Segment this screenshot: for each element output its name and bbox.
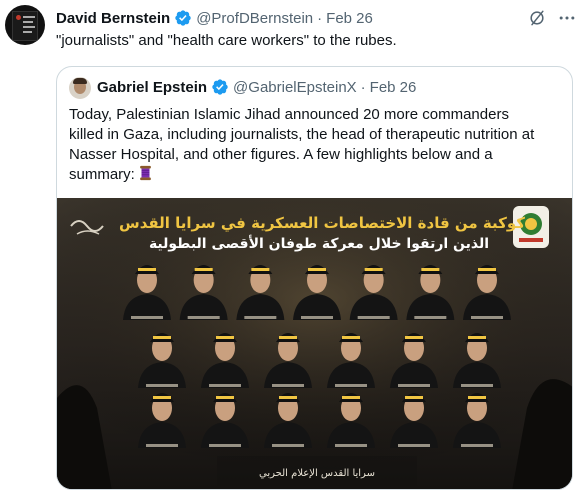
quoted-tweet-header: Gabriel Epstein @GabrielEpsteinX · Feb 2…	[97, 78, 416, 96]
book-cover-image	[12, 11, 38, 41]
verified-badge-icon	[212, 79, 228, 95]
quoted-text-line-last: summary:	[69, 165, 564, 185]
slashed-circle-icon[interactable]	[527, 8, 547, 28]
quoted-text-line: summary:	[69, 166, 135, 183]
quoted-tweet[interactable]: Gabriel Epstein @GabrielEpsteinX · Feb 2…	[56, 66, 573, 490]
quoted-tweet-text: Today, Palestinian Islamic Jihad announc…	[69, 105, 564, 185]
tweet-text: "journalists" and "health care workers" …	[56, 32, 397, 49]
poster-title-line-1: كوكبة من قادة الاختصاصات العسكرية في سرا…	[119, 214, 525, 232]
separator: ·	[317, 9, 323, 27]
author-avatar[interactable]	[5, 5, 45, 45]
media-image[interactable]: كوكبة من قادة الاختصاصات العسكرية في سرا…	[57, 198, 572, 489]
announcement-poster: كوكبة من قادة الاختصاصات العسكرية في سرا…	[57, 198, 572, 489]
poster-title-line-2: الذين ارتقوا خلال معركة طوفان الأقصى الب…	[149, 235, 489, 252]
quoted-text-line: Nasser Hospital, and other figures. A fe…	[69, 146, 493, 163]
verified-badge-icon	[175, 10, 191, 26]
tweet-date[interactable]: Feb 26	[326, 10, 373, 27]
quoted-tweet-date[interactable]: Feb 26	[370, 79, 417, 96]
quoted-text-line: killed in Gaza, including journalists, t…	[69, 126, 535, 143]
author-name[interactable]: David Bernstein	[56, 10, 170, 27]
more-icon[interactable]	[556, 8, 578, 28]
author-handle[interactable]: @ProfDBernstein	[196, 10, 313, 27]
spool-of-thread-icon	[140, 165, 151, 181]
tweet-header: David Bernstein @ProfDBernstein · Feb 26	[56, 8, 373, 28]
separator: ·	[360, 78, 366, 96]
quoted-author-handle[interactable]: @GabrielEpsteinX	[233, 79, 357, 96]
tweet[interactable]: David Bernstein @ProfDBernstein · Feb 26…	[0, 0, 584, 501]
quoted-author-name[interactable]: Gabriel Epstein	[97, 79, 207, 96]
quoted-author-avatar[interactable]	[69, 77, 91, 99]
poster-footer: سرايا القدس الإعلام الحربي	[259, 468, 375, 479]
quoted-text-line: Today, Palestinian Islamic Jihad announc…	[69, 106, 509, 123]
